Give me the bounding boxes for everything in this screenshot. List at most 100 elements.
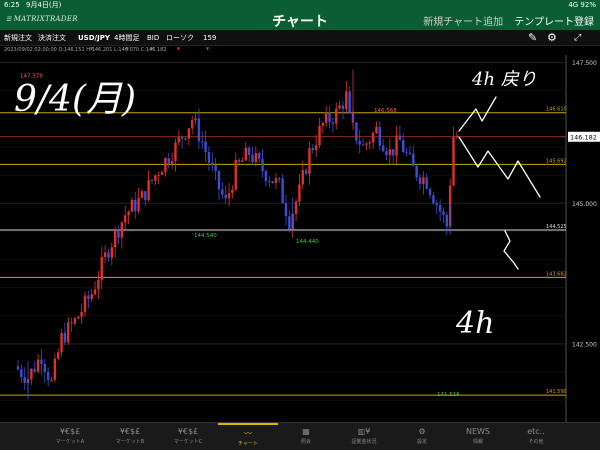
candle[interactable] <box>321 122 325 126</box>
candle[interactable] <box>422 177 425 184</box>
tab-1[interactable]: ¥€$£ マーケットA <box>40 423 100 450</box>
side-select[interactable]: BID <box>147 30 159 46</box>
expand-icon[interactable]: ⤢ <box>574 31 581 45</box>
candle[interactable] <box>288 216 291 230</box>
candle[interactable] <box>83 295 87 312</box>
tab-8[interactable]: NEWS 情報 <box>448 423 508 450</box>
candle[interactable] <box>345 91 348 110</box>
tab-6[interactable]: ▥¥ 証拠金状況 <box>334 423 394 450</box>
candle[interactable] <box>318 125 321 146</box>
candle[interactable] <box>127 211 130 216</box>
candle[interactable] <box>204 141 207 153</box>
candle[interactable] <box>335 108 338 124</box>
candle[interactable] <box>371 132 375 143</box>
settle-order-button[interactable]: 決済注文 <box>38 30 66 46</box>
candle[interactable] <box>157 174 160 176</box>
currency-pair-select[interactable]: USD/JPY <box>78 30 110 46</box>
candle[interactable] <box>124 215 127 223</box>
candle[interactable] <box>177 137 180 143</box>
candle[interactable] <box>234 159 237 190</box>
candle[interactable] <box>271 181 274 183</box>
candle[interactable] <box>247 147 251 155</box>
add-chart-button[interactable]: 新規チャート追加 <box>423 17 503 28</box>
candle[interactable] <box>392 149 395 156</box>
candle[interactable] <box>167 158 170 164</box>
candle[interactable] <box>244 147 247 161</box>
candle[interactable] <box>170 161 174 164</box>
candle[interactable] <box>46 371 50 380</box>
candle[interactable] <box>154 175 157 181</box>
candle[interactable] <box>284 203 288 217</box>
candle[interactable] <box>338 105 341 109</box>
candle[interactable] <box>395 135 398 156</box>
candle[interactable] <box>40 359 43 364</box>
candle[interactable] <box>308 148 311 174</box>
candle[interactable] <box>73 318 77 324</box>
candle[interactable] <box>16 366 20 370</box>
candle[interactable] <box>375 126 378 133</box>
candle[interactable] <box>67 322 70 343</box>
candle[interactable] <box>311 148 314 151</box>
candle[interactable] <box>442 211 445 215</box>
candle[interactable] <box>36 359 40 372</box>
candle[interactable] <box>211 162 214 166</box>
candle[interactable] <box>221 189 224 195</box>
candle[interactable] <box>117 230 120 238</box>
candle[interactable] <box>20 369 23 378</box>
candle[interactable] <box>120 222 124 238</box>
candle[interactable] <box>70 322 73 324</box>
candle[interactable] <box>348 91 351 114</box>
candle[interactable] <box>368 142 371 144</box>
candle[interactable] <box>301 170 304 185</box>
candle[interactable] <box>100 257 103 280</box>
candle[interactable] <box>33 368 36 372</box>
candle[interactable] <box>452 136 455 186</box>
candle[interactable] <box>268 181 271 183</box>
candle[interactable] <box>341 105 345 110</box>
candle[interactable] <box>144 191 147 201</box>
candle[interactable] <box>361 144 365 146</box>
tab-9[interactable]: etc.. その他 <box>506 423 566 450</box>
candle[interactable] <box>53 358 57 380</box>
candle[interactable] <box>405 152 408 154</box>
candle[interactable] <box>261 158 264 172</box>
candle[interactable] <box>328 112 331 123</box>
candle[interactable] <box>274 178 278 183</box>
template-save-button[interactable]: テンプレート登録 <box>514 17 594 28</box>
candle[interactable] <box>77 316 80 319</box>
candle[interactable] <box>378 126 381 146</box>
candle[interactable] <box>425 177 428 189</box>
candle[interactable] <box>237 159 241 162</box>
candle[interactable] <box>294 201 298 214</box>
candle[interactable] <box>110 247 113 258</box>
candle[interactable] <box>43 363 46 372</box>
candle[interactable] <box>254 153 258 163</box>
price-chart[interactable]: 147.500 145.000 142.500 146.610 145.692 143.6… <box>0 55 600 422</box>
candle[interactable] <box>258 153 261 159</box>
candle[interactable] <box>408 152 412 154</box>
candle[interactable] <box>217 171 221 190</box>
candle[interactable] <box>358 140 361 145</box>
candle[interactable] <box>251 154 254 163</box>
candle[interactable] <box>428 188 432 196</box>
tab-2[interactable]: ¥€$£ マーケットB <box>100 423 160 450</box>
pencil-icon[interactable]: ✎ <box>528 31 537 45</box>
candle[interactable] <box>331 122 335 124</box>
candle[interactable] <box>264 171 268 182</box>
candle[interactable] <box>23 377 26 384</box>
candle[interactable] <box>164 158 167 173</box>
candle[interactable] <box>435 203 438 205</box>
candle[interactable] <box>180 137 184 139</box>
candle[interactable] <box>418 177 422 184</box>
candle[interactable] <box>388 149 392 156</box>
candle[interactable] <box>231 189 234 194</box>
candle[interactable] <box>174 142 177 162</box>
candle[interactable] <box>214 165 217 172</box>
candle[interactable] <box>298 184 301 202</box>
candle[interactable] <box>432 195 435 204</box>
candle[interactable] <box>134 199 137 212</box>
candle-count-select[interactable]: 159 <box>203 30 216 46</box>
candle[interactable] <box>63 332 67 343</box>
tab-3[interactable]: ¥€$£ マーケットC <box>158 423 218 450</box>
candle[interactable] <box>412 153 415 166</box>
